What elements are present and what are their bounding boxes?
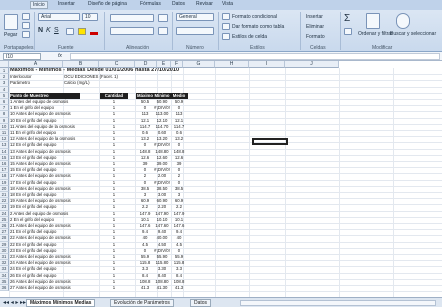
ribbon-tabs: Inicio Insertar Diseño de página Fórmula… bbox=[0, 0, 442, 10]
font-name-select[interactable]: Arial bbox=[38, 13, 80, 21]
format-painter-icon[interactable] bbox=[22, 31, 30, 38]
group-alineacion: Alineación bbox=[126, 45, 150, 51]
value-cell[interactable]: 41.3 bbox=[170, 285, 188, 291]
find-select-button[interactable]: Buscar y seleccionar bbox=[390, 31, 436, 37]
tab-diseno[interactable]: Diseño de página bbox=[88, 1, 127, 7]
sheet-tab-evolucion[interactable]: Evolución de Parámetros bbox=[110, 299, 174, 307]
formula-input[interactable] bbox=[70, 53, 440, 60]
paste-icon[interactable] bbox=[4, 14, 18, 30]
gridline bbox=[9, 86, 442, 88]
ribbon: Inicio Insertar Diseño de página Fórmula… bbox=[0, 0, 442, 52]
align-top-icons[interactable] bbox=[110, 14, 154, 22]
column-header[interactable]: E bbox=[157, 61, 171, 68]
borders-icon[interactable] bbox=[66, 28, 74, 35]
name-box[interactable]: I10 bbox=[3, 53, 41, 60]
active-cell[interactable] bbox=[252, 138, 288, 145]
tab-revisar[interactable]: Revisar bbox=[196, 1, 213, 7]
sheet-tab-datos[interactable]: Datos bbox=[190, 299, 212, 307]
tab-vista[interactable]: Vista bbox=[222, 1, 233, 7]
tab-formulas[interactable]: Fórmulas bbox=[140, 1, 161, 7]
tab-inicio[interactable]: Inicio bbox=[30, 1, 48, 9]
spreadsheet-grid[interactable]: ABCDEFGHIJ 1 2 3 4 5 6 7 8 9 10 11 12 13 14 15 16 17 18 19… bbox=[0, 61, 442, 297]
cut-icon[interactable] bbox=[22, 13, 30, 20]
value-cell[interactable]: 1 bbox=[100, 285, 128, 291]
sheet-nav-arrows[interactable]: ◂◂ ◂ ▸ ▸▸ bbox=[3, 299, 26, 306]
column-header[interactable]: I bbox=[249, 61, 285, 68]
group-fuente: Fuente bbox=[58, 45, 74, 51]
format-button[interactable]: Formato bbox=[306, 34, 325, 40]
sheet-tab-maximos[interactable]: Máximos Mínimos Medias bbox=[26, 299, 96, 307]
meta-value[interactable]: Calcio (mg/L) bbox=[64, 80, 132, 86]
group-numero: Número bbox=[186, 45, 204, 51]
table-format-button[interactable]: Dar formato como tabla bbox=[232, 24, 284, 30]
merge-icon[interactable] bbox=[158, 27, 168, 35]
gridline bbox=[9, 291, 442, 293]
value-cell[interactable]: 41.30 bbox=[154, 285, 170, 291]
column-header[interactable]: D bbox=[135, 61, 157, 68]
align-left-icons[interactable] bbox=[110, 27, 154, 35]
group-celdas: Celdas bbox=[310, 45, 326, 51]
copy-icon[interactable] bbox=[22, 22, 30, 29]
fx-icon[interactable]: fx bbox=[58, 53, 62, 59]
italic-button[interactable]: K bbox=[46, 27, 51, 34]
font-size-select[interactable]: 10 bbox=[82, 13, 98, 21]
cell-styles-button[interactable]: Estilos de celda bbox=[232, 34, 267, 40]
cond-format-button[interactable]: Formato condicional bbox=[232, 14, 277, 20]
column-header[interactable]: B bbox=[63, 61, 99, 68]
horizontal-scrollbar[interactable] bbox=[240, 300, 436, 306]
find-select-icon[interactable] bbox=[396, 13, 410, 29]
tab-datos[interactable]: Datos bbox=[172, 1, 185, 7]
column-header[interactable]: H bbox=[215, 61, 249, 68]
column-header[interactable]: J bbox=[285, 61, 339, 68]
gridline bbox=[339, 68, 340, 297]
cond-format-icon[interactable] bbox=[222, 13, 230, 20]
number-format-select[interactable]: General bbox=[176, 13, 214, 21]
column-header[interactable]: A bbox=[9, 61, 63, 68]
sum-icon[interactable]: Σ bbox=[344, 13, 350, 24]
tab-insertar[interactable]: Insertar bbox=[58, 1, 75, 7]
currency-percent-icons[interactable] bbox=[176, 27, 214, 35]
meta-label[interactable]: Parámetro bbox=[10, 80, 62, 86]
insert-button[interactable]: Insertar bbox=[306, 14, 323, 20]
sort-filter-icon[interactable] bbox=[366, 13, 380, 29]
sheet-tab-bar: ◂◂ ◂ ▸ ▸▸ Máximos Mínimos Medias Evoluci… bbox=[0, 297, 442, 307]
underline-button[interactable]: S bbox=[54, 27, 59, 34]
select-all-corner[interactable] bbox=[0, 61, 9, 68]
wrap-text-icon[interactable] bbox=[158, 14, 168, 22]
column-header[interactable]: C bbox=[99, 61, 135, 68]
group-modificar: Modificar bbox=[372, 45, 393, 51]
station-cell[interactable]: 27 Antes del equipo de osmosis bbox=[10, 285, 80, 291]
group-portapapeles: Portapapeles bbox=[4, 45, 34, 51]
column-header[interactable]: G bbox=[183, 61, 215, 68]
column-header[interactable]: F bbox=[171, 61, 183, 68]
paste-button[interactable]: Pegar bbox=[4, 32, 17, 38]
formula-bar: I10 fx bbox=[0, 52, 442, 61]
cell-styles-icon[interactable] bbox=[222, 33, 230, 40]
sort-filter-button[interactable]: Ordenar y filtrar bbox=[358, 31, 393, 37]
fill-color-icon[interactable] bbox=[78, 28, 86, 35]
gridline bbox=[285, 68, 286, 297]
group-estilos: Estilos bbox=[250, 45, 265, 51]
row-number[interactable]: 36 bbox=[0, 285, 9, 292]
bold-button[interactable]: N bbox=[38, 27, 43, 34]
delete-button[interactable]: Eliminar bbox=[306, 24, 324, 30]
value-cell[interactable]: 41.3 bbox=[136, 285, 154, 291]
gridline bbox=[215, 68, 216, 297]
gridline bbox=[249, 68, 250, 297]
table-format-icon[interactable] bbox=[222, 23, 230, 30]
gridline bbox=[393, 68, 394, 297]
fill-icon[interactable] bbox=[344, 28, 352, 35]
font-color-icon[interactable] bbox=[90, 28, 98, 35]
